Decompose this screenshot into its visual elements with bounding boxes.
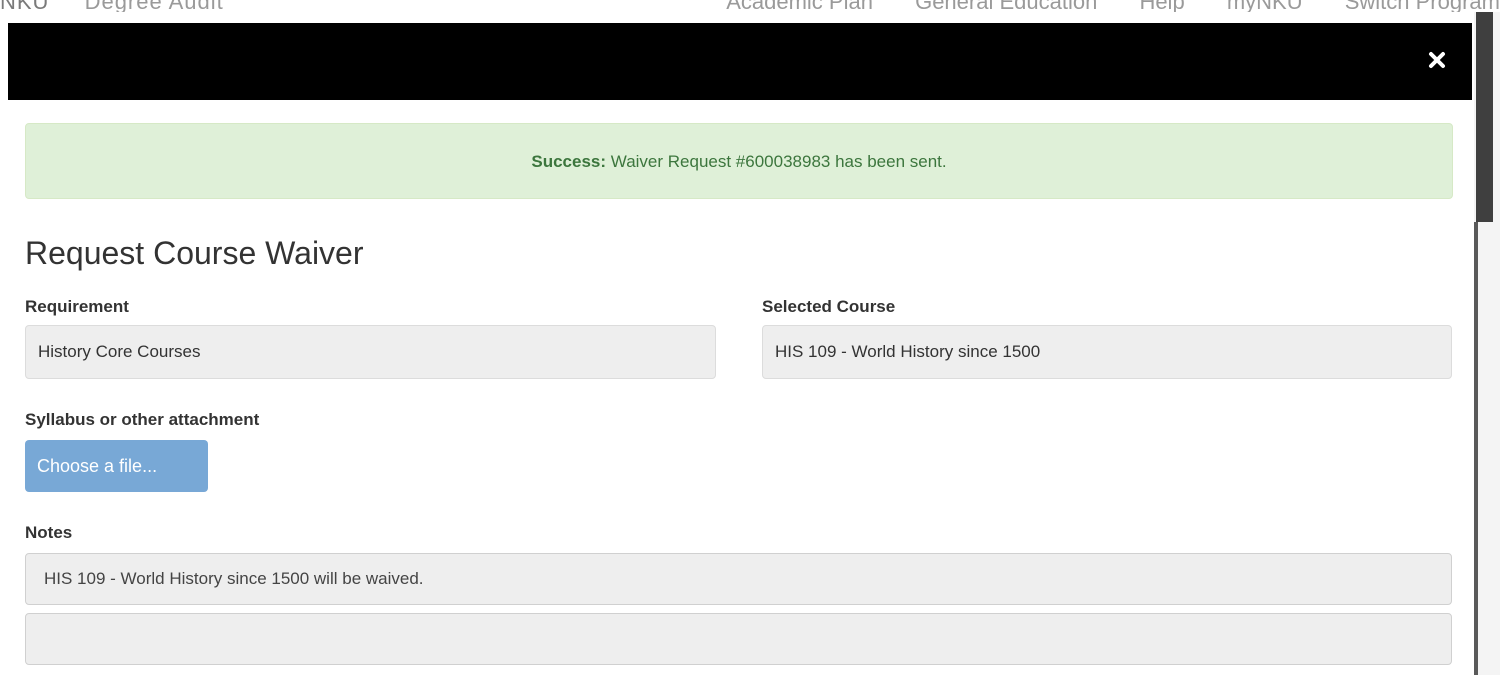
nav-link-general-education[interactable]: General Education <box>915 0 1097 12</box>
requirement-label: Requirement <box>25 297 129 316</box>
choose-file-button[interactable]: Choose a file... <box>25 440 208 492</box>
existing-note: HIS 109 - World History since 1500 will … <box>25 553 1452 605</box>
success-alert: Success: Waiver Request #600038983 has b… <box>25 123 1453 199</box>
notes-label: Notes <box>25 523 73 542</box>
selected-course-label: Selected Course <box>762 297 896 316</box>
close-icon[interactable] <box>1426 49 1448 71</box>
modal-body: Success: Waiver Request #600038983 has b… <box>25 123 1453 665</box>
new-note-input[interactable] <box>25 613 1452 665</box>
attachment-label: Syllabus or other attachment <box>25 410 260 429</box>
nav-link-switch-program[interactable]: Switch Program <box>1345 0 1500 12</box>
background-brand: NKU Degree Audit <box>0 0 224 12</box>
nav-link-academic-plan[interactable]: Academic Plan <box>726 0 873 12</box>
backdrop-shade <box>1474 222 1478 675</box>
requirement-field[interactable]: History Core Courses <box>25 325 716 379</box>
scrollbar-thumb[interactable] <box>1476 12 1493 222</box>
nav-link-help[interactable]: Help <box>1139 0 1184 12</box>
alert-strong: Success: <box>531 152 607 171</box>
alert-message: Waiver Request #600038983 has been sent. <box>610 152 947 171</box>
page-title: Request Course Waiver <box>25 235 364 271</box>
background-nav-links: Academic Plan General Education Help myN… <box>690 0 1500 12</box>
page-scrollbar[interactable] <box>1474 12 1500 675</box>
course-waiver-modal: Success: Waiver Request #600038983 has b… <box>8 23 1472 675</box>
background-navbar: NKU Degree Audit Academic Plan General E… <box>0 0 1500 12</box>
modal-header <box>8 23 1472 100</box>
background-brand-title: Degree Audit <box>85 0 224 12</box>
nav-link-mynku[interactable]: myNKU <box>1227 0 1303 12</box>
selected-course-field[interactable]: HIS 109 - World History since 1500 <box>762 325 1452 379</box>
background-brand-mark: NKU <box>0 0 49 12</box>
